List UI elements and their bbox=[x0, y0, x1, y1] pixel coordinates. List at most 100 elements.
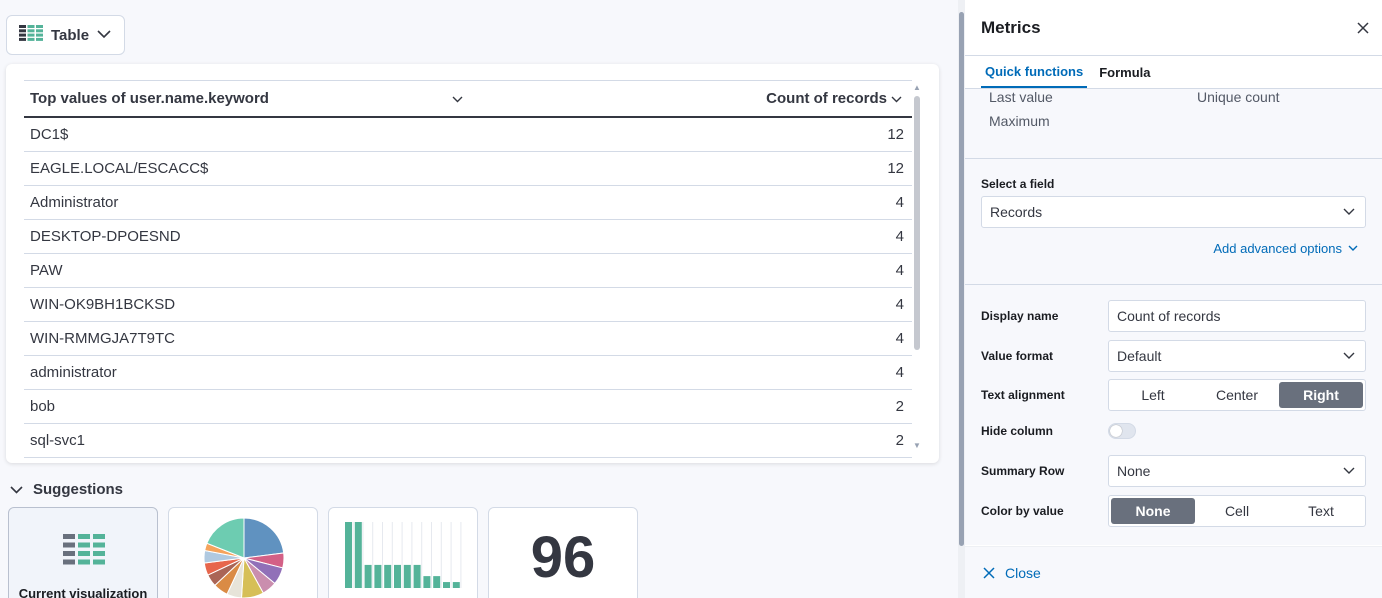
cell-count[interactable]: 12 bbox=[469, 126, 912, 143]
add-advanced-options-link[interactable]: Add advanced options bbox=[1213, 241, 1358, 256]
chevron-down-icon bbox=[97, 26, 111, 44]
cell-user-name[interactable]: DC1$ bbox=[24, 126, 469, 143]
scrollbar-thumb[interactable] bbox=[914, 96, 920, 350]
flyout-footer: Close bbox=[965, 546, 1382, 598]
color-by-value-group: None Cell Text bbox=[1108, 495, 1366, 527]
cell-count[interactable]: 2 bbox=[469, 432, 912, 449]
table-row: bob 2 bbox=[24, 390, 912, 424]
cell-count[interactable]: 12 bbox=[469, 160, 912, 177]
advanced-link-label: Add advanced options bbox=[1213, 241, 1342, 256]
quick-function-maximum[interactable]: Maximum bbox=[989, 113, 1050, 129]
table-icon bbox=[63, 534, 105, 565]
table-scrollbar[interactable]: ▲ ▼ bbox=[913, 84, 921, 450]
bar bbox=[413, 564, 421, 588]
chevron-down-icon[interactable] bbox=[452, 90, 463, 107]
table-header: Top values of user.name.keyword Count of… bbox=[24, 80, 912, 118]
panel-resize-divider[interactable] bbox=[958, 0, 965, 598]
divider-scrollbar[interactable] bbox=[959, 12, 964, 546]
bar bbox=[364, 564, 372, 588]
display-name-input[interactable]: Count of records bbox=[1108, 300, 1366, 332]
cell-user-name[interactable]: bob bbox=[24, 398, 469, 415]
bar bbox=[433, 576, 441, 588]
scroll-up-icon[interactable]: ▲ bbox=[913, 84, 921, 92]
cell-user-name[interactable]: DESKTOP-DPOESND bbox=[24, 228, 469, 245]
suggestions-toggle[interactable]: Suggestions bbox=[10, 481, 123, 498]
cell-count[interactable]: 4 bbox=[469, 194, 912, 211]
field-select-value: Records bbox=[990, 204, 1043, 220]
table-row: administrator 4 bbox=[24, 356, 912, 390]
field-selection-section: Select a field Records Add advanced opti… bbox=[965, 159, 1382, 285]
quick-functions-list: Last value Unique count Maximum bbox=[965, 89, 1382, 159]
chevron-down-icon[interactable] bbox=[891, 90, 902, 107]
cell-count[interactable]: 4 bbox=[469, 330, 912, 347]
table-row: Administrator 4 bbox=[24, 186, 912, 220]
text-alignment-group: Left Center Right bbox=[1108, 379, 1366, 411]
display-name-label: Display name bbox=[981, 309, 1059, 323]
cell-user-name[interactable]: EAGLE.LOCAL/ESCACC$ bbox=[24, 160, 469, 177]
suggestion-bar-chart[interactable] bbox=[328, 507, 478, 598]
column-header-label: Top values of user.name.keyword bbox=[30, 90, 269, 107]
cell-count[interactable]: 2 bbox=[469, 398, 912, 415]
color-by-value-label: Color by value bbox=[981, 504, 1064, 518]
bar bbox=[403, 564, 411, 588]
chart-type-label: Table bbox=[51, 26, 90, 44]
color-text-button[interactable]: Text bbox=[1279, 498, 1363, 524]
align-center-button[interactable]: Center bbox=[1195, 382, 1279, 408]
table-row: EAGLE.LOCAL/ESCACC$ 12 bbox=[24, 152, 912, 186]
column-settings: Display name Count of records Value form… bbox=[965, 285, 1382, 545]
bar-grid-line bbox=[362, 522, 364, 588]
chart-type-switcher[interactable]: Table bbox=[6, 15, 125, 55]
value-format-row: Value format Default bbox=[981, 340, 1366, 372]
table-row: WIN-OK9BH1BCKSD 4 bbox=[24, 288, 912, 322]
cell-count[interactable]: 4 bbox=[469, 296, 912, 313]
cell-user-name[interactable]: PAW bbox=[24, 262, 469, 279]
field-select[interactable]: Records bbox=[981, 196, 1366, 228]
color-none-button[interactable]: None bbox=[1111, 498, 1195, 524]
bar-grid-line bbox=[440, 522, 442, 588]
metric-value: 96 bbox=[530, 525, 596, 590]
cell-user-name[interactable]: sql-svc1 bbox=[24, 432, 469, 449]
hide-column-toggle[interactable] bbox=[1108, 423, 1136, 439]
align-right-button[interactable]: Right bbox=[1279, 382, 1363, 408]
summary-row-select[interactable]: None bbox=[1108, 455, 1366, 487]
bar bbox=[452, 582, 460, 588]
bar-grid-line bbox=[411, 522, 413, 588]
column-header-count[interactable]: Count of records bbox=[469, 90, 912, 107]
cell-user-name[interactable]: WIN-RMMGJA7T9TC bbox=[24, 330, 469, 347]
cell-user-name[interactable]: administrator bbox=[24, 364, 469, 381]
bar-grid-line bbox=[450, 522, 452, 588]
pie-slice bbox=[243, 517, 285, 559]
suggestion-caption: Current visualization bbox=[18, 586, 148, 598]
cell-count[interactable]: 4 bbox=[469, 228, 912, 245]
column-header-user-name[interactable]: Top values of user.name.keyword bbox=[24, 90, 469, 107]
quick-function-unique-count[interactable]: Unique count bbox=[1197, 89, 1280, 105]
flyout-header: Metrics bbox=[965, 0, 1382, 56]
align-left-button[interactable]: Left bbox=[1111, 382, 1195, 408]
suggestion-metric[interactable]: 96 bbox=[488, 507, 638, 598]
bar-grid-line bbox=[372, 522, 374, 588]
suggestion-pie-chart[interactable] bbox=[168, 507, 318, 598]
close-button[interactable]: Close bbox=[983, 565, 1041, 581]
value-format-select[interactable]: Default bbox=[1108, 340, 1366, 372]
scroll-down-icon[interactable]: ▼ bbox=[913, 442, 921, 450]
bar bbox=[423, 576, 431, 588]
hide-column-row: Hide column bbox=[981, 423, 1366, 439]
cell-count[interactable]: 4 bbox=[469, 262, 912, 279]
tab-formula[interactable]: Formula bbox=[1095, 56, 1154, 88]
table-row: PAW 4 bbox=[24, 254, 912, 288]
quick-function-last-value[interactable]: Last value bbox=[989, 89, 1053, 105]
cell-user-name[interactable]: WIN-OK9BH1BCKSD bbox=[24, 296, 469, 313]
suggestion-current-visualization[interactable]: Current visualization bbox=[8, 507, 158, 598]
table-row: sql-svc1 2 bbox=[24, 424, 912, 458]
bar-grid-line bbox=[382, 522, 383, 588]
tab-quick-functions[interactable]: Quick functions bbox=[981, 56, 1088, 88]
table-row: WIN-RMMGJA7T9TC 4 bbox=[24, 322, 912, 356]
chevron-down-icon bbox=[1343, 352, 1355, 359]
cell-count[interactable]: 4 bbox=[469, 364, 912, 381]
color-by-value-row: Color by value None Cell Text bbox=[981, 495, 1366, 527]
bar bbox=[374, 564, 382, 588]
bar-grid-line bbox=[391, 522, 393, 588]
color-cell-button[interactable]: Cell bbox=[1195, 498, 1279, 524]
cell-user-name[interactable]: Administrator bbox=[24, 194, 469, 211]
close-icon[interactable] bbox=[1356, 21, 1370, 35]
